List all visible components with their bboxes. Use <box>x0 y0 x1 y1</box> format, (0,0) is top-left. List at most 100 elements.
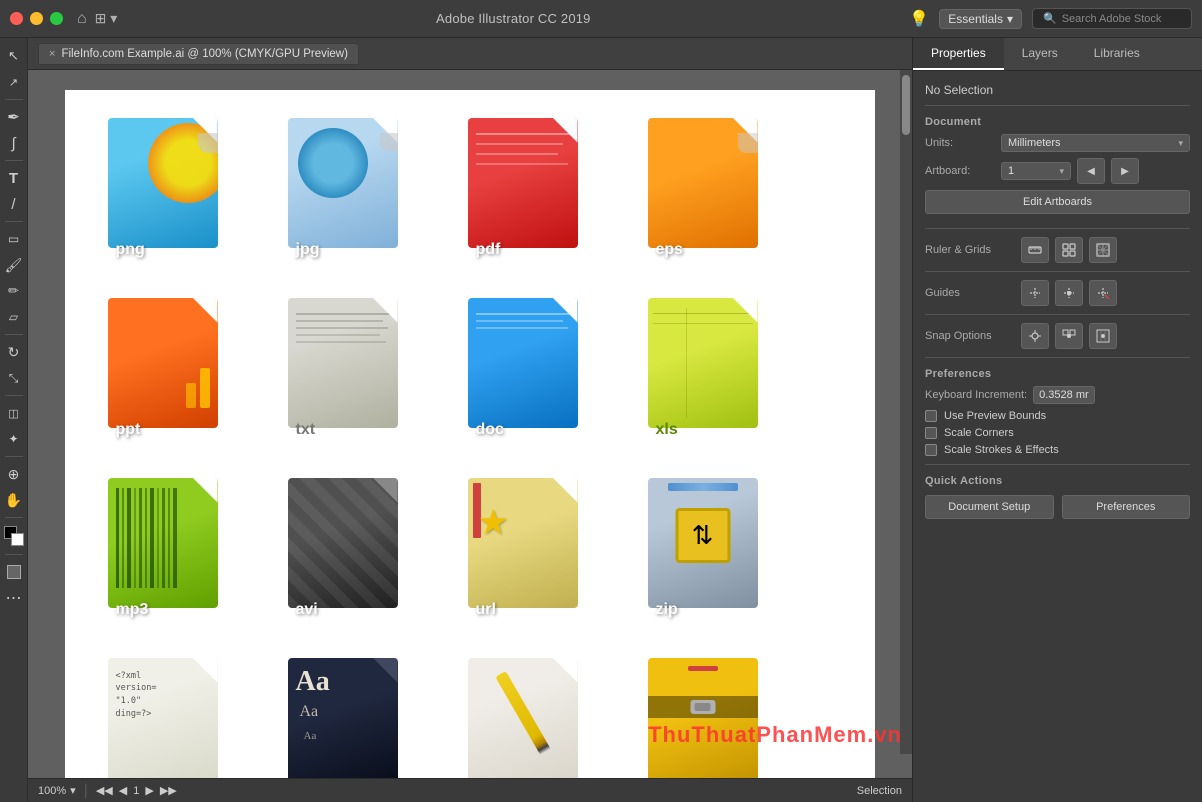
more-tools-button[interactable]: ⋯ <box>2 586 26 610</box>
keyboard-increment-row: Keyboard Increment: 0.3528 mr <box>925 386 1190 404</box>
essentials-button[interactable]: Essentials ▾ <box>939 9 1022 29</box>
next-artboard-button[interactable]: ▶ <box>1111 158 1139 184</box>
list-item[interactable]: mp3 <box>95 470 240 630</box>
zoom-tool-button[interactable]: ⊕ <box>2 462 26 486</box>
snap-to-point-button[interactable] <box>1021 323 1049 349</box>
document-setup-button[interactable]: Document Setup <box>925 495 1054 519</box>
lightbulb-icon[interactable]: 💡 <box>909 9 929 29</box>
list-item[interactable]: zip <box>635 650 780 778</box>
divider-4 <box>925 314 1190 315</box>
list-item[interactable]: png <box>95 110 240 270</box>
left-toolbar: ↖ ↗ ✒ ∫ T / ▭ 🖌 ✏ ▱ ↻ ⤡ ◫ ✦ ⊕ ✋ ⋯ <box>0 38 28 802</box>
close-button[interactable] <box>10 12 23 25</box>
units-select[interactable]: Millimeters ▾ <box>1001 134 1190 152</box>
gradient-tool-button[interactable]: ◫ <box>2 401 26 425</box>
adobe-stock-search[interactable]: 🔍 Search Adobe Stock <box>1032 8 1192 29</box>
pen-tool-button[interactable]: ✒ <box>2 105 26 129</box>
last-artboard-icon[interactable]: ▶▶ <box>160 784 177 797</box>
canvas-area[interactable]: png jpg <box>28 70 912 778</box>
workspace-switcher-icon[interactable]: ⊞ ▾ <box>95 10 118 27</box>
next-artboard-icon[interactable]: ▶ <box>145 784 153 797</box>
first-artboard-icon[interactable]: ◀◀ <box>96 784 113 797</box>
screen-mode-button[interactable] <box>2 560 26 584</box>
units-label: Units: <box>925 137 995 149</box>
divider-3 <box>925 271 1190 272</box>
eraser-tool-button[interactable]: ▱ <box>2 305 26 329</box>
scale-tool-button[interactable]: ⤡ <box>2 366 26 390</box>
fill-stroke-colors[interactable] <box>4 526 24 546</box>
list-item[interactable]: txt <box>275 290 420 450</box>
preferences-button[interactable]: Preferences <box>1062 495 1191 519</box>
artboard-navigation[interactable]: ◀◀ ◀ 1 ▶ ▶▶ <box>96 784 177 797</box>
eps-file-icon: eps <box>643 118 773 263</box>
toolbar-separator <box>5 99 23 100</box>
zoom-level[interactable]: 100% ▾ <box>38 784 76 797</box>
list-item[interactable]: pdf <box>455 110 600 270</box>
hand-tool-button[interactable]: ✋ <box>2 488 26 512</box>
scale-strokes-checkbox[interactable] <box>925 444 937 456</box>
pencil-tool-button[interactable]: ✏ <box>2 279 26 303</box>
tab-properties[interactable]: Properties <box>913 38 1004 70</box>
list-item[interactable]: doc <box>455 290 600 450</box>
ttf-file-icon: Aa Aa Aa ttf <box>283 658 413 779</box>
canvas-content: png jpg <box>65 90 875 778</box>
show-guides-button[interactable] <box>1021 280 1049 306</box>
list-item[interactable]: <?xmlversion="1.0"ding=?> xml <box>95 650 240 778</box>
ai-pencil-file-icon <box>463 658 593 779</box>
stroke-color[interactable] <box>11 533 24 546</box>
prev-artboard-icon[interactable]: ◀ <box>119 784 127 797</box>
use-preview-bounds-checkbox[interactable] <box>925 410 937 422</box>
lock-guides-button[interactable] <box>1055 280 1083 306</box>
scale-corners-checkbox[interactable] <box>925 427 937 439</box>
grid-icon-button[interactable] <box>1055 237 1083 263</box>
close-tab-icon[interactable]: × <box>49 48 55 60</box>
snap-to-pixel-button[interactable] <box>1089 323 1117 349</box>
search-icon: 🔍 <box>1043 12 1057 25</box>
vertical-scrollbar[interactable] <box>900 70 912 754</box>
ruler-grids-row: Ruler & Grids <box>925 237 1190 263</box>
list-item[interactable]: eps <box>635 110 780 270</box>
direct-select-tool-button[interactable]: ↗ <box>2 70 26 94</box>
ruler-grids-buttons <box>1021 237 1117 263</box>
list-item[interactable]: ★ url <box>455 470 600 630</box>
list-item[interactable]: jpg <box>275 110 420 270</box>
preferences-section-label: Preferences <box>925 368 1190 380</box>
list-item[interactable]: xls <box>635 290 780 450</box>
list-item[interactable]: ppt <box>95 290 240 450</box>
keyboard-increment-label: Keyboard Increment: <box>925 389 1027 401</box>
type-tool-button[interactable]: T <box>2 166 26 190</box>
list-item[interactable]: avi <box>275 470 420 630</box>
minimize-button[interactable] <box>30 12 43 25</box>
fullscreen-button[interactable] <box>50 12 63 25</box>
tab-layers[interactable]: Layers <box>1004 38 1076 70</box>
curvature-tool-button[interactable]: ∫ <box>2 131 26 155</box>
document-tab[interactable]: × FileInfo.com Example.ai @ 100% (CMYK/G… <box>38 43 359 65</box>
tab-libraries[interactable]: Libraries <box>1076 38 1158 70</box>
paintbrush-tool-button[interactable]: 🖌 <box>2 253 26 277</box>
line-tool-button[interactable]: / <box>2 192 26 216</box>
right-panel: Properties Layers Libraries No Selection… <box>912 38 1202 802</box>
xls-file-icon: xls <box>643 298 773 443</box>
eyedropper-tool-button[interactable]: ✦ <box>2 427 26 451</box>
rotate-tool-button[interactable]: ↻ <box>2 340 26 364</box>
perspective-grid-button[interactable] <box>1089 237 1117 263</box>
snap-to-grid-button[interactable] <box>1055 323 1083 349</box>
keyboard-increment-value[interactable]: 0.3528 mr <box>1033 386 1095 404</box>
ruler-icon-button[interactable] <box>1021 237 1049 263</box>
document-area: × FileInfo.com Example.ai @ 100% (CMYK/G… <box>28 38 912 802</box>
list-item[interactable]: Aa Aa Aa ttf <box>275 650 420 778</box>
scrollbar-thumb[interactable] <box>902 75 910 135</box>
artboard-row: Artboard: 1 ▾ ◀ ▶ <box>925 158 1190 184</box>
prev-artboard-button[interactable]: ◀ <box>1077 158 1105 184</box>
quick-actions-buttons: Document Setup Preferences <box>925 495 1190 519</box>
clear-guides-button[interactable] <box>1089 280 1117 306</box>
list-item[interactable] <box>455 650 600 778</box>
list-item[interactable]: ⇅ zip <box>635 470 780 630</box>
document-section-label: Document <box>925 116 1190 128</box>
home-icon[interactable]: ⌂ <box>77 10 87 28</box>
rectangle-tool-button[interactable]: ▭ <box>2 227 26 251</box>
edit-artboards-button[interactable]: Edit Artboards <box>925 190 1190 214</box>
units-chevron-icon: ▾ <box>1178 138 1183 149</box>
selection-tool-button[interactable]: ↖ <box>2 44 26 68</box>
artboard-select[interactable]: 1 ▾ <box>1001 162 1071 180</box>
